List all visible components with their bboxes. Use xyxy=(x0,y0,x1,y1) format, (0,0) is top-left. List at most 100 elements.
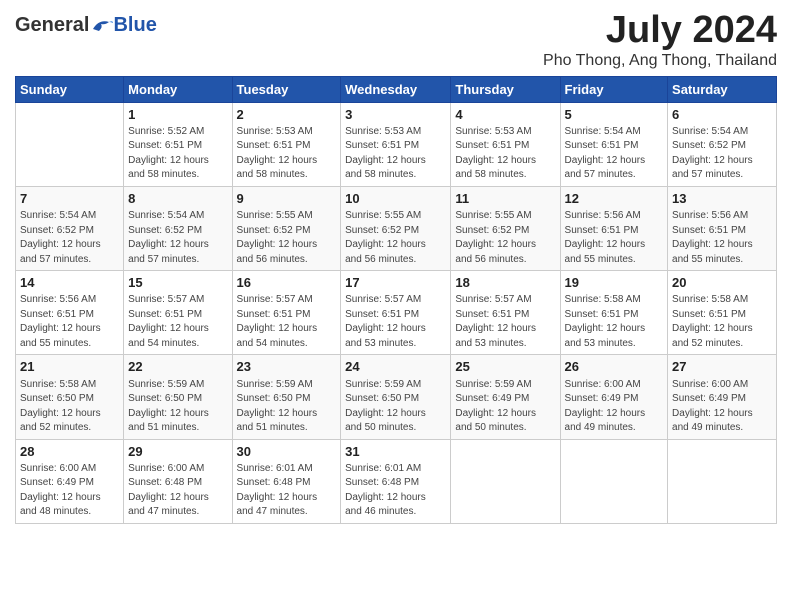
calendar-cell xyxy=(668,439,777,523)
day-number: 5 xyxy=(565,106,664,124)
calendar-cell: 9Sunrise: 5:55 AMSunset: 6:52 PMDaylight… xyxy=(232,186,341,270)
day-info: Sunrise: 5:53 AMSunset: 6:51 PMDaylight:… xyxy=(237,125,337,183)
day-info: Sunrise: 6:00 AMSunset: 6:49 PMDaylight:… xyxy=(20,462,119,520)
calendar-cell: 4Sunrise: 5:53 AMSunset: 6:51 PMDaylight… xyxy=(451,102,560,186)
calendar-cell: 24 Sunrise: 5:59 AMSunset: 6:50 PMDayligh… xyxy=(341,355,451,439)
day-number: 24 xyxy=(345,358,446,376)
calendar-cell: 1Sunrise: 5:52 AMSunset: 6:51 PMDaylight… xyxy=(124,102,232,186)
day-info: Sunrise: 5:52 AMSunset: 6:51 PMDaylight:… xyxy=(128,125,227,183)
calendar-cell: 26 Sunrise: 6:00 AMSunset: 6:49 PMDayligh… xyxy=(560,355,668,439)
day-number: 9 xyxy=(237,190,337,208)
day-info: Sunrise: 5:55 AMSunset: 6:52 PMDaylight:… xyxy=(455,209,555,267)
day-info: Sunrise: 5:59 AMSunset: 6:50 PMDaylight:… xyxy=(128,378,227,436)
day-info: Sunrise: 5:59 AMSunset: 6:49 PMDaylight:… xyxy=(455,378,555,436)
day-number: 15 xyxy=(128,274,227,292)
logo-bird-icon xyxy=(91,17,113,35)
logo: General Blue xyxy=(15,10,157,37)
calendar-cell xyxy=(560,439,668,523)
day-info: Sunrise: 6:01 AMSunset: 6:48 PMDaylight:… xyxy=(345,462,446,520)
day-number: 19 xyxy=(565,274,664,292)
day-info: Sunrise: 5:57 AMSunset: 6:51 PMDaylight:… xyxy=(128,293,227,351)
calendar-cell: 31Sunrise: 6:01 AMSunset: 6:48 PMDayligh… xyxy=(341,439,451,523)
day-number: 16 xyxy=(237,274,337,292)
day-number: 22 xyxy=(128,358,227,376)
day-info: Sunrise: 5:59 AMSunset: 6:50 PMDaylight:… xyxy=(237,378,337,436)
day-number: 31 xyxy=(345,443,446,461)
day-info: Sunrise: 5:58 AMSunset: 6:51 PMDaylight:… xyxy=(672,293,772,351)
day-number: 30 xyxy=(237,443,337,461)
day-number: 23 xyxy=(237,358,337,376)
location-title: Pho Thong, Ang Thong, Thailand xyxy=(543,52,777,70)
day-number: 17 xyxy=(345,274,446,292)
calendar-cell: 18Sunrise: 5:57 AMSunset: 6:51 PMDayligh… xyxy=(451,271,560,355)
day-info: Sunrise: 5:55 AMSunset: 6:52 PMDaylight:… xyxy=(345,209,446,267)
day-number: 18 xyxy=(455,274,555,292)
header: General Blue July 2024 Pho Thong, Ang Th… xyxy=(15,10,777,70)
calendar-cell: 30Sunrise: 6:01 AMSunset: 6:48 PMDayligh… xyxy=(232,439,341,523)
day-number: 10 xyxy=(345,190,446,208)
day-number: 6 xyxy=(672,106,772,124)
calendar-week-row: 1Sunrise: 5:52 AMSunset: 6:51 PMDaylight… xyxy=(16,102,777,186)
day-number: 14 xyxy=(20,274,119,292)
header-friday: Friday xyxy=(560,76,668,102)
day-info: Sunrise: 5:57 AMSunset: 6:51 PMDaylight:… xyxy=(345,293,446,351)
day-number: 21 xyxy=(20,358,119,376)
day-number: 26 xyxy=(565,358,664,376)
title-area: July 2024 Pho Thong, Ang Thong, Thailand xyxy=(543,10,777,70)
calendar-cell: 22 Sunrise: 5:59 AMSunset: 6:50 PMDayligh… xyxy=(124,355,232,439)
day-info: Sunrise: 5:53 AMSunset: 6:51 PMDaylight:… xyxy=(455,125,555,183)
day-info: Sunrise: 5:57 AMSunset: 6:51 PMDaylight:… xyxy=(237,293,337,351)
calendar-cell: 13Sunrise: 5:56 AMSunset: 6:51 PMDayligh… xyxy=(668,186,777,270)
calendar-cell: 2Sunrise: 5:53 AMSunset: 6:51 PMDaylight… xyxy=(232,102,341,186)
calendar-header-row: SundayMondayTuesdayWednesdayThursdayFrid… xyxy=(16,76,777,102)
calendar-cell: 23 Sunrise: 5:59 AMSunset: 6:50 PMDayligh… xyxy=(232,355,341,439)
day-number: 12 xyxy=(565,190,664,208)
calendar-cell: 16Sunrise: 5:57 AMSunset: 6:51 PMDayligh… xyxy=(232,271,341,355)
day-number: 8 xyxy=(128,190,227,208)
logo-general-text: General xyxy=(15,14,89,37)
day-info: Sunrise: 6:00 AMSunset: 6:49 PMDaylight:… xyxy=(565,378,664,436)
calendar-cell xyxy=(451,439,560,523)
calendar-cell: 11Sunrise: 5:55 AMSunset: 6:52 PMDayligh… xyxy=(451,186,560,270)
calendar-cell: 25 Sunrise: 5:59 AMSunset: 6:49 PMDayligh… xyxy=(451,355,560,439)
calendar-table: SundayMondayTuesdayWednesdayThursdayFrid… xyxy=(15,76,777,524)
day-number: 11 xyxy=(455,190,555,208)
header-thursday: Thursday xyxy=(451,76,560,102)
day-number: 27 xyxy=(672,358,772,376)
calendar-week-row: 14Sunrise: 5:56 AMSunset: 6:51 PMDayligh… xyxy=(16,271,777,355)
calendar-cell: 20Sunrise: 5:58 AMSunset: 6:51 PMDayligh… xyxy=(668,271,777,355)
calendar-cell: 19Sunrise: 5:58 AMSunset: 6:51 PMDayligh… xyxy=(560,271,668,355)
month-title: July 2024 xyxy=(543,10,777,52)
calendar-week-row: 28Sunrise: 6:00 AMSunset: 6:49 PMDayligh… xyxy=(16,439,777,523)
day-number: 1 xyxy=(128,106,227,124)
day-number: 3 xyxy=(345,106,446,124)
day-info: Sunrise: 6:00 AMSunset: 6:48 PMDaylight:… xyxy=(128,462,227,520)
calendar-cell: 29Sunrise: 6:00 AMSunset: 6:48 PMDayligh… xyxy=(124,439,232,523)
calendar-cell xyxy=(16,102,124,186)
calendar-cell: 17Sunrise: 5:57 AMSunset: 6:51 PMDayligh… xyxy=(341,271,451,355)
day-number: 4 xyxy=(455,106,555,124)
calendar-cell: 7Sunrise: 5:54 AMSunset: 6:52 PMDaylight… xyxy=(16,186,124,270)
day-info: Sunrise: 5:54 AMSunset: 6:52 PMDaylight:… xyxy=(20,209,119,267)
calendar-cell: 28Sunrise: 6:00 AMSunset: 6:49 PMDayligh… xyxy=(16,439,124,523)
calendar-cell: 3Sunrise: 5:53 AMSunset: 6:51 PMDaylight… xyxy=(341,102,451,186)
calendar-week-row: 21 Sunrise: 5:58 AMSunset: 6:50 PMDayligh… xyxy=(16,355,777,439)
calendar-cell: 14Sunrise: 5:56 AMSunset: 6:51 PMDayligh… xyxy=(16,271,124,355)
day-info: Sunrise: 5:58 AMSunset: 6:51 PMDaylight:… xyxy=(565,293,664,351)
day-info: Sunrise: 5:55 AMSunset: 6:52 PMDaylight:… xyxy=(237,209,337,267)
header-tuesday: Tuesday xyxy=(232,76,341,102)
day-number: 20 xyxy=(672,274,772,292)
day-info: Sunrise: 5:58 AMSunset: 6:50 PMDaylight:… xyxy=(20,378,119,436)
day-info: Sunrise: 5:59 AMSunset: 6:50 PMDaylight:… xyxy=(345,378,446,436)
day-info: Sunrise: 5:56 AMSunset: 6:51 PMDaylight:… xyxy=(672,209,772,267)
calendar-cell: 6Sunrise: 5:54 AMSunset: 6:52 PMDaylight… xyxy=(668,102,777,186)
day-number: 25 xyxy=(455,358,555,376)
day-info: Sunrise: 6:01 AMSunset: 6:48 PMDaylight:… xyxy=(237,462,337,520)
day-number: 28 xyxy=(20,443,119,461)
header-monday: Monday xyxy=(124,76,232,102)
calendar-cell: 8Sunrise: 5:54 AMSunset: 6:52 PMDaylight… xyxy=(124,186,232,270)
calendar-cell: 15Sunrise: 5:57 AMSunset: 6:51 PMDayligh… xyxy=(124,271,232,355)
day-number: 29 xyxy=(128,443,227,461)
day-info: Sunrise: 5:56 AMSunset: 6:51 PMDaylight:… xyxy=(20,293,119,351)
day-info: Sunrise: 5:54 AMSunset: 6:51 PMDaylight:… xyxy=(565,125,664,183)
